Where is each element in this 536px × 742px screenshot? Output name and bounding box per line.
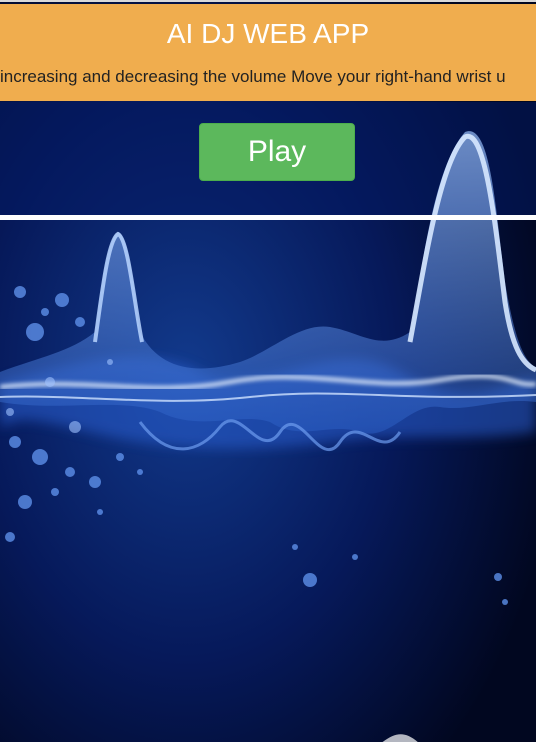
instructions-marquee: increasing and decreasing the volume Mov… [0, 67, 506, 86]
play-button[interactable]: Play [199, 123, 355, 181]
divider-line [0, 215, 536, 220]
app-page: AI DJ WEB APP increasing and decreasing … [0, 0, 536, 742]
app-title: AI DJ WEB APP [166, 18, 370, 49]
app-header: AI DJ WEB APP increasing and decreasing … [0, 4, 536, 101]
sound-wave-background [0, 2, 536, 742]
